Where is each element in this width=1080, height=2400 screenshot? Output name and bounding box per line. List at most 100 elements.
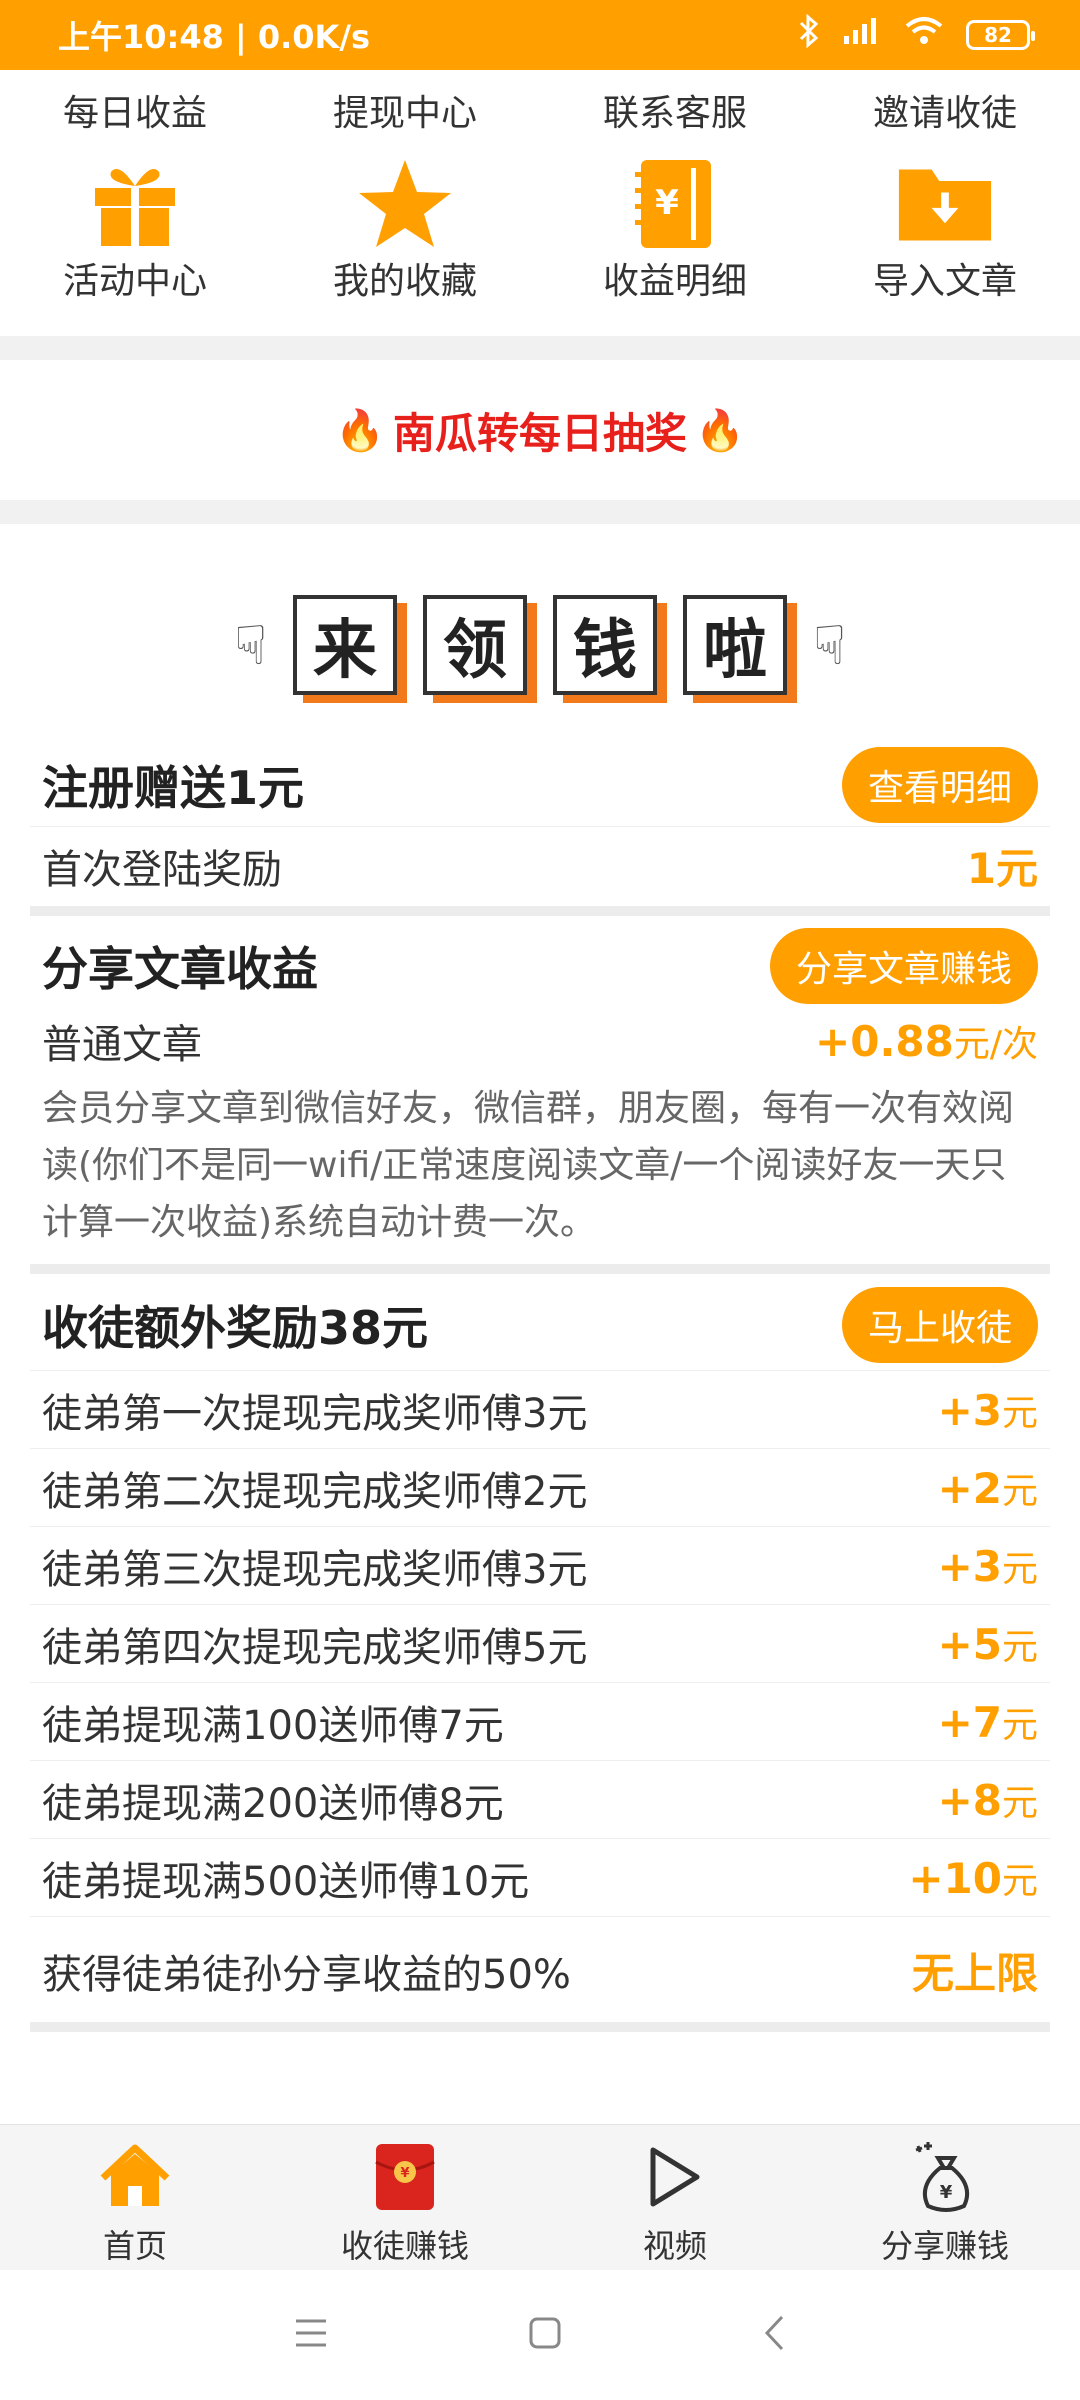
ledger-icon: ¥ — [627, 156, 723, 252]
nav-home[interactable]: 首页 — [0, 2125, 270, 2270]
menu-item-withdraw-center[interactable]: 提现中心 — [270, 84, 540, 136]
come-get-money-banner: ☟ 来 领 钱 啦 ☟ — [0, 560, 1080, 730]
apprentice-reward-card: 收徒额外奖励38元 马上收徒 徒弟第一次提现完成奖师傅3元 +3元 徒弟第二次提现完… — [30, 1280, 1050, 2024]
banner-char: 钱 — [553, 595, 657, 695]
pointing-hand-icon: ☟ — [813, 613, 846, 677]
reward-row-amount: +8 — [937, 1775, 1002, 1825]
reward-row-label: 徒弟提现满500送师傅10元 — [42, 1858, 530, 1905]
share-income-limit-value: 无上限 — [911, 1949, 1038, 1998]
reward-row-unit: 元 — [1001, 1548, 1038, 1590]
nav-recruit-earn[interactable]: ¥ 收徒赚钱 — [270, 2125, 540, 2270]
share-article-title: 分享文章收益 — [42, 942, 318, 996]
reward-row: 徒弟第四次提现完成奖师傅5元 +5元 — [30, 1604, 1050, 1682]
nav-label: 视频 — [642, 2227, 707, 2265]
reward-row-unit: 元 — [1001, 1626, 1038, 1668]
menu-item-customer-service[interactable]: 联系客服 — [540, 84, 810, 136]
back-icon[interactable] — [762, 2314, 786, 2356]
view-details-button[interactable]: 查看明细 — [841, 747, 1038, 823]
reward-row-value: +8元 — [938, 1774, 1038, 1826]
reward-row-label: 徒弟第四次提现完成奖师傅5元 — [42, 1624, 588, 1671]
normal-article-amount: +0.88 — [815, 1017, 954, 1066]
reward-row-unit: 元 — [1001, 1470, 1038, 1512]
nav-label: 分享赚钱 — [880, 2227, 1009, 2265]
menu-row-top: 每日收益 提现中心 联系客服 邀请收徒 — [0, 84, 1080, 136]
reward-row-label: 徒弟第三次提现完成奖师傅3元 — [42, 1546, 588, 1593]
reward-row-unit: 元 — [1001, 1860, 1038, 1902]
menu-item-invite-apprentice[interactable]: 邀请收徒 — [810, 84, 1080, 136]
signal-icon — [842, 16, 882, 54]
first-login-reward-value: 1元 — [966, 844, 1038, 893]
flame-icon: 🔥 — [695, 407, 745, 454]
menu-label: 收益明细 — [602, 261, 747, 302]
reward-row-value: +3元 — [938, 1384, 1038, 1436]
nav-label: 首页 — [102, 2227, 167, 2265]
menu-item-my-favorites[interactable]: 我的收藏 — [270, 156, 540, 304]
home-icon — [97, 2139, 173, 2215]
card-divider — [30, 1264, 1050, 1274]
reward-row-value: +10元 — [908, 1852, 1038, 1904]
share-income-percent-label: 获得徒弟徒孙分享收益的50% — [42, 1951, 571, 1998]
status-time: 上午10:48 | 0.0K/s — [58, 18, 371, 56]
pointing-hand-icon: ☟ — [234, 613, 267, 677]
menu-label: 我的收藏 — [332, 261, 477, 302]
banner-char: 来 — [293, 595, 397, 695]
play-icon — [637, 2139, 713, 2215]
reward-row-value: +5元 — [938, 1618, 1038, 1670]
menu-label: 提现中心 — [332, 93, 477, 134]
home-square-icon[interactable] — [528, 2316, 562, 2354]
reward-row-unit: 元 — [1001, 1392, 1038, 1434]
share-article-card: 分享文章收益 分享文章赚钱 普通文章 +0.88元/次 会员分享文章到微信好友，… — [30, 924, 1050, 1251]
reward-row-label: 徒弟提现满100送师傅7元 — [42, 1702, 504, 1749]
reward-row: 徒弟提现满200送师傅8元 +8元 — [30, 1760, 1050, 1838]
money-bag-icon: ¥ — [907, 2139, 983, 2215]
menu-label: 联系客服 — [602, 93, 747, 134]
bottom-navigation: 首页 ¥ 收徒赚钱 视频 ¥ 分享赚钱 — [0, 2124, 1080, 2270]
reward-row-label: 徒弟提现满200送师傅8元 — [42, 1780, 504, 1827]
menu-item-import-article[interactable]: 导入文章 — [810, 156, 1080, 304]
normal-article-unit: 元/次 — [953, 1024, 1038, 1065]
apprentice-reward-list: 徒弟第一次提现完成奖师傅3元 +3元 徒弟第二次提现完成奖师傅2元 +2元 徒弟第三次提… — [30, 1370, 1050, 1916]
reward-row-value: +2元 — [938, 1462, 1038, 1514]
reward-row-amount: +10 — [908, 1853, 1002, 1903]
bluetooth-icon — [798, 13, 820, 56]
banner-char: 领 — [423, 595, 527, 695]
svg-text:¥: ¥ — [400, 2166, 409, 2181]
menu-item-activity-center[interactable]: 活动中心 — [0, 156, 270, 304]
status-bar: 上午10:48 | 0.0K/s 82 — [0, 0, 1080, 70]
reward-row-label: 徒弟第一次提现完成奖师傅3元 — [42, 1390, 588, 1437]
menu-label: 活动中心 — [62, 261, 207, 302]
status-icons: 82 — [798, 13, 1035, 56]
reward-row-unit: 元 — [1001, 1704, 1038, 1746]
daily-lottery-label: 南瓜转每日抽奖 — [392, 408, 687, 458]
section-divider — [0, 336, 1080, 360]
nav-share-earn[interactable]: ¥ 分享赚钱 — [810, 2125, 1080, 2270]
folder-download-icon — [897, 156, 993, 252]
card-divider — [30, 906, 1050, 916]
register-bonus-card: 注册赠送1元 查看明细 首次登陆奖励 1元 — [30, 744, 1050, 904]
gift-icon — [87, 156, 183, 252]
share-article-earn-button[interactable]: 分享文章赚钱 — [769, 928, 1038, 1004]
menu-item-daily-income[interactable]: 每日收益 — [0, 84, 270, 136]
nav-video[interactable]: 视频 — [540, 2125, 810, 2270]
normal-article-label: 普通文章 — [42, 1022, 202, 1068]
menu-label: 每日收益 — [62, 93, 207, 134]
wifi-icon — [904, 16, 944, 54]
menu-row-bottom: 活动中心 我的收藏 ¥ 收益明细 导入文章 — [0, 156, 1080, 304]
menu-item-income-details[interactable]: ¥ 收益明细 — [540, 156, 810, 304]
reward-row-unit: 元 — [1001, 1782, 1038, 1824]
red-envelope-icon: ¥ — [367, 2139, 443, 2215]
reward-row: 徒弟第三次提现完成奖师傅3元 +3元 — [30, 1526, 1050, 1604]
daily-lottery-banner[interactable]: 🔥 南瓜转每日抽奖 🔥 — [0, 360, 1080, 500]
star-icon — [357, 156, 453, 252]
menu-icon[interactable] — [294, 2318, 328, 2352]
reward-row: 徒弟第一次提现完成奖师傅3元 +3元 — [30, 1370, 1050, 1448]
reward-row-label: 徒弟第二次提现完成奖师傅2元 — [42, 1468, 588, 1515]
recruit-apprentice-button[interactable]: 马上收徒 — [841, 1287, 1038, 1363]
reward-row: 徒弟提现满500送师傅10元 +10元 — [30, 1838, 1050, 1916]
reward-row-amount: +7 — [937, 1697, 1002, 1747]
system-navigation-bar — [0, 2270, 1080, 2400]
reward-row-value: +7元 — [938, 1696, 1038, 1748]
reward-row-amount: +2 — [937, 1463, 1002, 1513]
menu-label: 邀请收徒 — [872, 93, 1017, 134]
register-bonus-title: 注册赠送1元 — [42, 761, 305, 815]
